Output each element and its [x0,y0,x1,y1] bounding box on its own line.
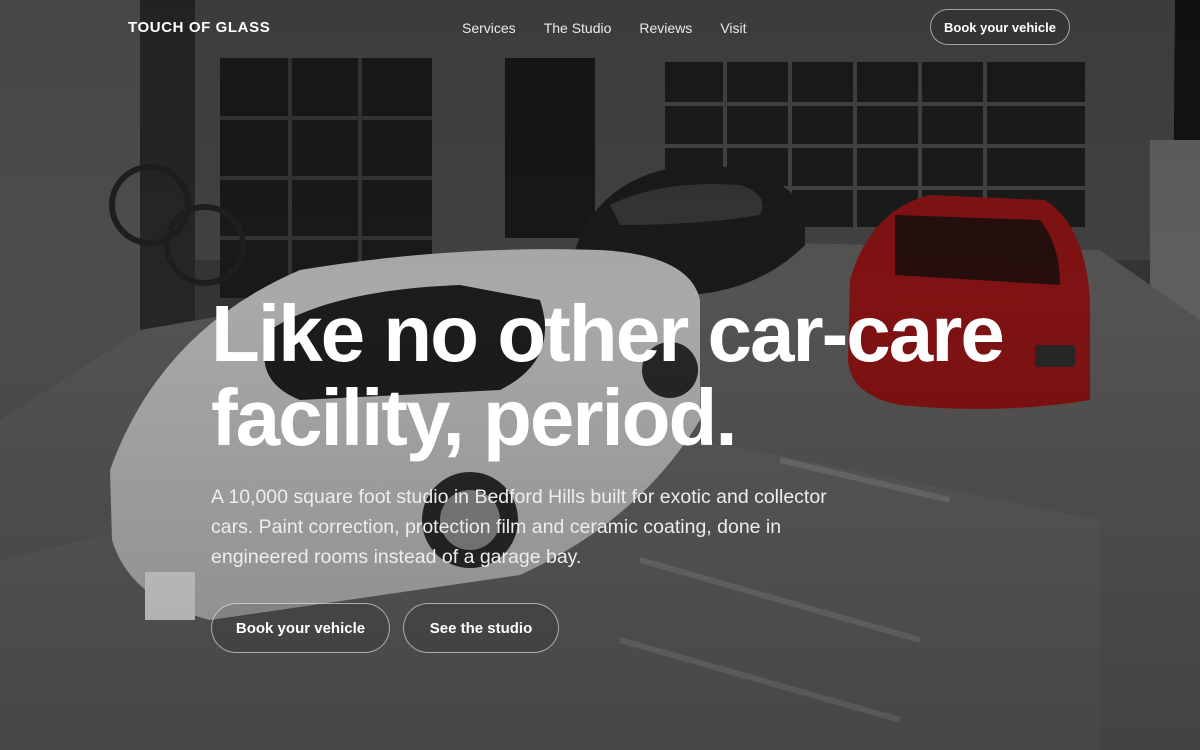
brand-logo[interactable]: TOUCH OF GLASS [128,19,270,36]
see-studio-button[interactable]: See the studio [403,603,559,653]
nav-book-button[interactable]: Book your vehicle [930,9,1070,45]
nav-link-services[interactable]: Services [462,20,516,36]
book-vehicle-button[interactable]: Book your vehicle [211,603,390,653]
nav-link-visit[interactable]: Visit [720,20,746,36]
top-nav: TOUCH OF GLASS Services The Studio Revie… [0,0,1200,56]
nav-link-reviews[interactable]: Reviews [639,20,692,36]
hero-title: Like no other car-care facility, period. [211,292,1031,460]
hero-title-line-1: Like no other car-care [211,289,1005,378]
nav-links: Services The Studio Reviews Visit [462,20,747,36]
nav-link-the-studio[interactable]: The Studio [544,20,612,36]
hero-actions: Book your vehicle See the studio [211,603,559,653]
hero-subtitle: A 10,000 square foot studio in Bedford H… [211,486,827,568]
hero-content: Like no other car-care facility, period.… [211,292,1031,572]
hero-title-line-2: facility, period. [211,373,738,462]
